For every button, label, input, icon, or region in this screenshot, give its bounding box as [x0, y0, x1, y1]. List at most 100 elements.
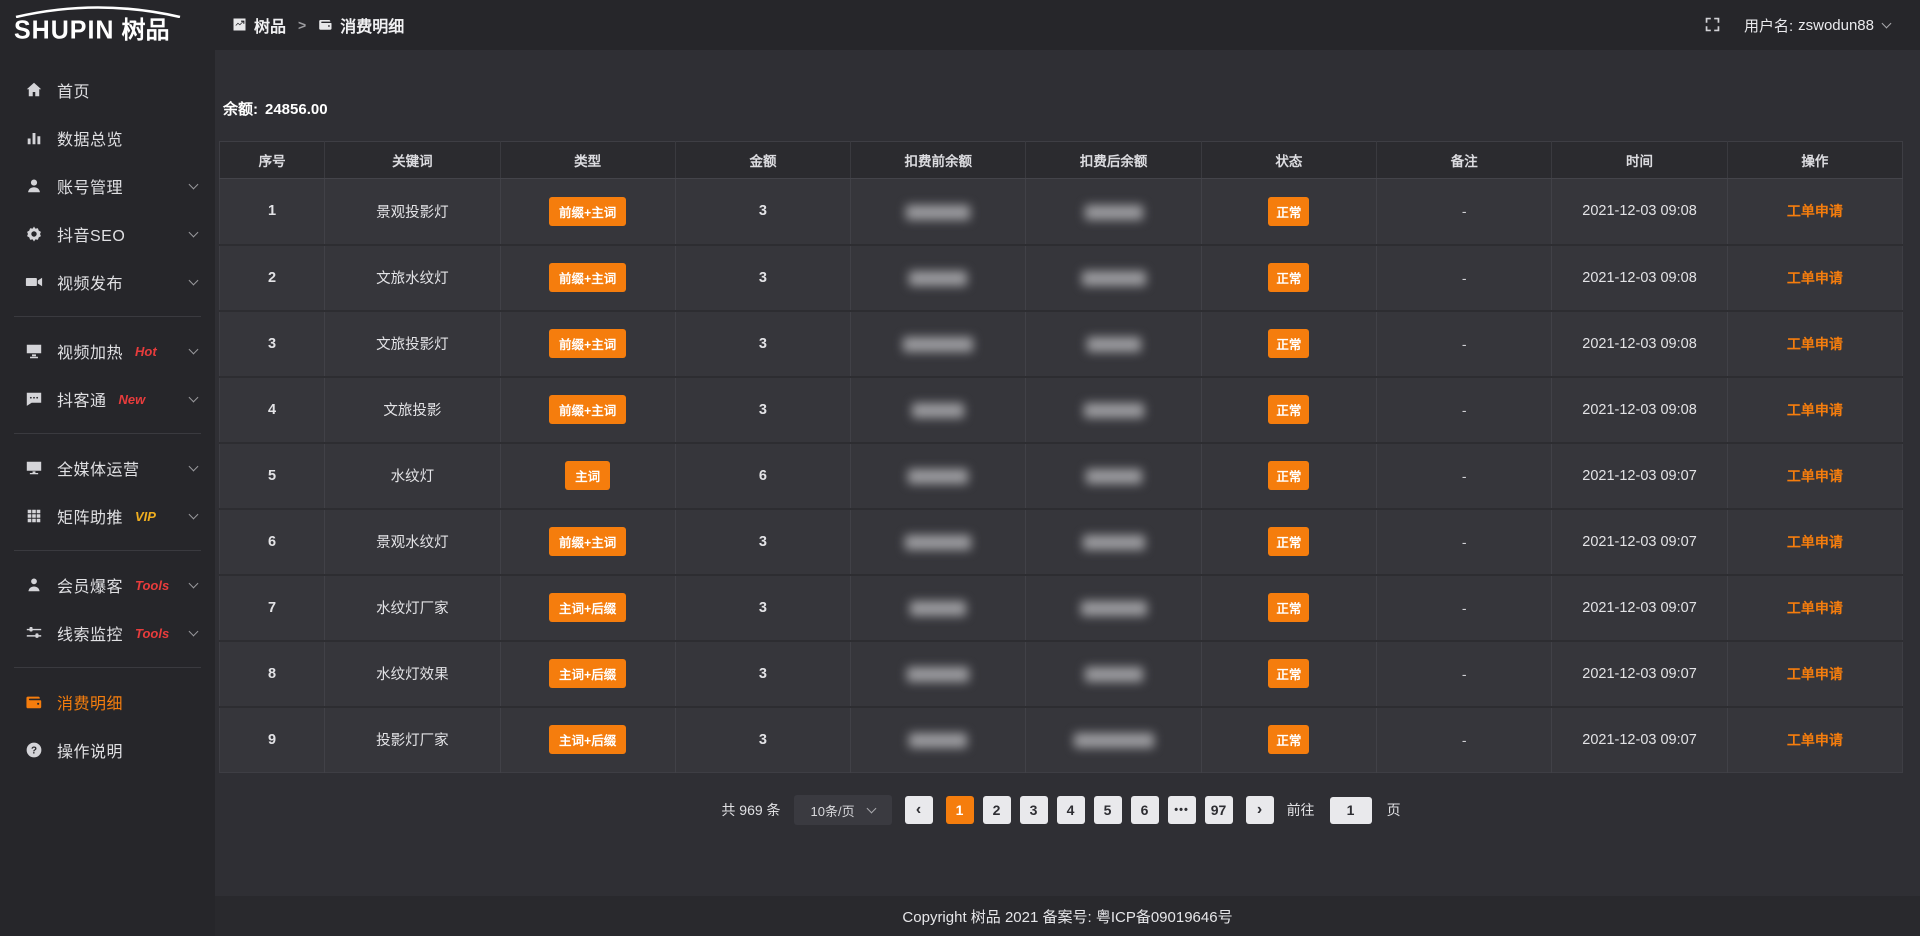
- cell-amount: 3: [675, 575, 850, 641]
- ticket-apply-link[interactable]: 工单申请: [1787, 468, 1843, 484]
- chevron-down-icon: [189, 393, 199, 403]
- cell-balance-after: [1026, 443, 1201, 509]
- prev-page-button[interactable]: ‹: [905, 796, 933, 824]
- cell-index: 1: [220, 179, 325, 245]
- ticket-apply-link[interactable]: 工单申请: [1787, 732, 1843, 748]
- chevron-down-icon: [189, 462, 199, 472]
- column-header: 扣费后余额: [1026, 142, 1201, 179]
- sidebar-item-1[interactable]: 数据总览: [0, 114, 215, 162]
- cell-action: 工单申请: [1727, 641, 1902, 707]
- cell-action: 工单申请: [1727, 509, 1902, 575]
- cell-type: 主词+后缀: [500, 641, 675, 707]
- type-badge: 前缀+主词: [549, 197, 626, 226]
- pages-ellipsis[interactable]: •••: [1168, 796, 1196, 824]
- page-button-3[interactable]: 3: [1020, 796, 1048, 824]
- sidebar-item-label: 视频发布: [57, 270, 123, 294]
- cell-amount: 3: [675, 509, 850, 575]
- sidebar-item-5[interactable]: 视频加热Hot: [0, 327, 215, 375]
- type-badge: 主词: [565, 461, 610, 490]
- ticket-apply-link[interactable]: 工单申请: [1787, 203, 1843, 219]
- cell-balance-before: [851, 377, 1026, 443]
- table-row: 7水纹灯厂家主词+后缀3正常-2021-12-03 09:07工单申请: [220, 575, 1903, 641]
- sidebar-item-2[interactable]: 账号管理: [0, 162, 215, 210]
- monitor-icon: [24, 459, 43, 478]
- cell-amount: 3: [675, 311, 850, 377]
- logo[interactable]: SHUPIN 树品: [0, 0, 215, 50]
- sidebar-item-tag: Tools: [135, 578, 169, 593]
- cell-balance-before: [851, 179, 1026, 245]
- sidebar-item-3[interactable]: 抖音SEO: [0, 210, 215, 258]
- cell-status: 正常: [1201, 377, 1376, 443]
- sidebar-item-tag: New: [119, 392, 146, 407]
- masked-balance-before: [910, 601, 966, 616]
- ticket-apply-link[interactable]: 工单申请: [1787, 666, 1843, 682]
- cell-time: 2021-12-03 09:07: [1552, 443, 1727, 509]
- cell-time: 2021-12-03 09:07: [1552, 641, 1727, 707]
- status-badge: 正常: [1268, 527, 1309, 556]
- sidebar-item-4[interactable]: 视频发布: [0, 258, 215, 306]
- masked-balance-after: [1083, 535, 1145, 550]
- cell-type: 主词+后缀: [500, 707, 675, 773]
- cell-index: 8: [220, 641, 325, 707]
- cell-action: 工单申请: [1727, 443, 1902, 509]
- cell-action: 工单申请: [1727, 575, 1902, 641]
- page-button-97[interactable]: 97: [1205, 796, 1233, 824]
- table-row: 8水纹灯效果主词+后缀3正常-2021-12-03 09:07工单申请: [220, 641, 1903, 707]
- wallet-icon: [24, 693, 43, 712]
- next-page-button[interactable]: ›: [1246, 796, 1274, 824]
- bar-chart-icon: [24, 129, 43, 148]
- cell-index: 9: [220, 707, 325, 773]
- sidebar-item-tag: VIP: [135, 509, 156, 524]
- ticket-apply-link[interactable]: 工单申请: [1787, 336, 1843, 352]
- sidebar-item-12[interactable]: ?操作说明: [0, 726, 215, 774]
- cell-remark: -: [1377, 707, 1552, 773]
- page-button-5[interactable]: 5: [1094, 796, 1122, 824]
- masked-balance-after: [1082, 271, 1146, 286]
- ticket-apply-link[interactable]: 工单申请: [1787, 600, 1843, 616]
- chat-icon: [24, 390, 43, 409]
- balance: 余额:24856.00: [223, 98, 1903, 119]
- sidebar-item-7[interactable]: 全媒体运营: [0, 444, 215, 492]
- balance-value: 24856.00: [265, 101, 328, 118]
- page-size-select[interactable]: 10条/页: [794, 795, 892, 825]
- cell-time: 2021-12-03 09:08: [1552, 377, 1727, 443]
- member-icon: [24, 576, 43, 595]
- column-header: 备注: [1377, 142, 1552, 179]
- username-label: 用户名:: [1744, 15, 1793, 36]
- masked-balance-after: [1085, 667, 1143, 682]
- page-button-4[interactable]: 4: [1057, 796, 1085, 824]
- pagination: 共 969 条 10条/页 ‹ 123456•••97 › 前往 页: [219, 795, 1903, 825]
- column-header: 关键词: [325, 142, 500, 179]
- ticket-apply-link[interactable]: 工单申请: [1787, 270, 1843, 286]
- sidebar-item-0[interactable]: 首页: [0, 66, 215, 114]
- sidebar-item-9[interactable]: 会员爆客Tools: [0, 561, 215, 609]
- sidebar-item-tag: Tools: [135, 626, 169, 641]
- page-button-6[interactable]: 6: [1131, 796, 1159, 824]
- sidebar-item-6[interactable]: 抖客通New: [0, 375, 215, 423]
- column-header: 扣费前余额: [851, 142, 1026, 179]
- breadcrumb-item-0[interactable]: 树品: [232, 13, 286, 37]
- breadcrumb-label: 消费明细: [340, 13, 404, 37]
- status-badge: 正常: [1268, 593, 1309, 622]
- sidebar-item-10[interactable]: 线索监控Tools: [0, 609, 215, 657]
- total-count: 共 969 条: [721, 800, 780, 820]
- sidebar-item-11[interactable]: 消费明细: [0, 678, 215, 726]
- user-menu[interactable]: 用户名: zswodun88: [1744, 15, 1890, 36]
- type-badge: 前缀+主词: [549, 263, 626, 292]
- table-row: 5水纹灯主词6正常-2021-12-03 09:07工单申请: [220, 443, 1903, 509]
- topbar: 树品>消费明细 用户名: zswodun88: [215, 0, 1920, 50]
- sidebar-item-label: 矩阵助推: [57, 504, 123, 528]
- ticket-apply-link[interactable]: 工单申请: [1787, 534, 1843, 550]
- sidebar-item-8[interactable]: 矩阵助推 VIP: [0, 492, 215, 540]
- goto-page-input[interactable]: [1330, 797, 1372, 824]
- video-icon: [24, 273, 43, 292]
- table-row: 3文旅投影灯前缀+主词3正常-2021-12-03 09:08工单申请: [220, 311, 1903, 377]
- page-button-1[interactable]: 1: [946, 796, 974, 824]
- sidebar-item-label: 视频加热: [57, 339, 123, 363]
- breadcrumb-item-1[interactable]: 消费明细: [318, 13, 404, 37]
- fullscreen-icon[interactable]: [1704, 16, 1722, 34]
- ticket-apply-link[interactable]: 工单申请: [1787, 402, 1843, 418]
- sidebar: SHUPIN 树品 首页数据总览账号管理抖音SEO 视频发布视频加热Hot抖客通N…: [0, 0, 215, 936]
- cell-time: 2021-12-03 09:08: [1552, 311, 1727, 377]
- page-button-2[interactable]: 2: [983, 796, 1011, 824]
